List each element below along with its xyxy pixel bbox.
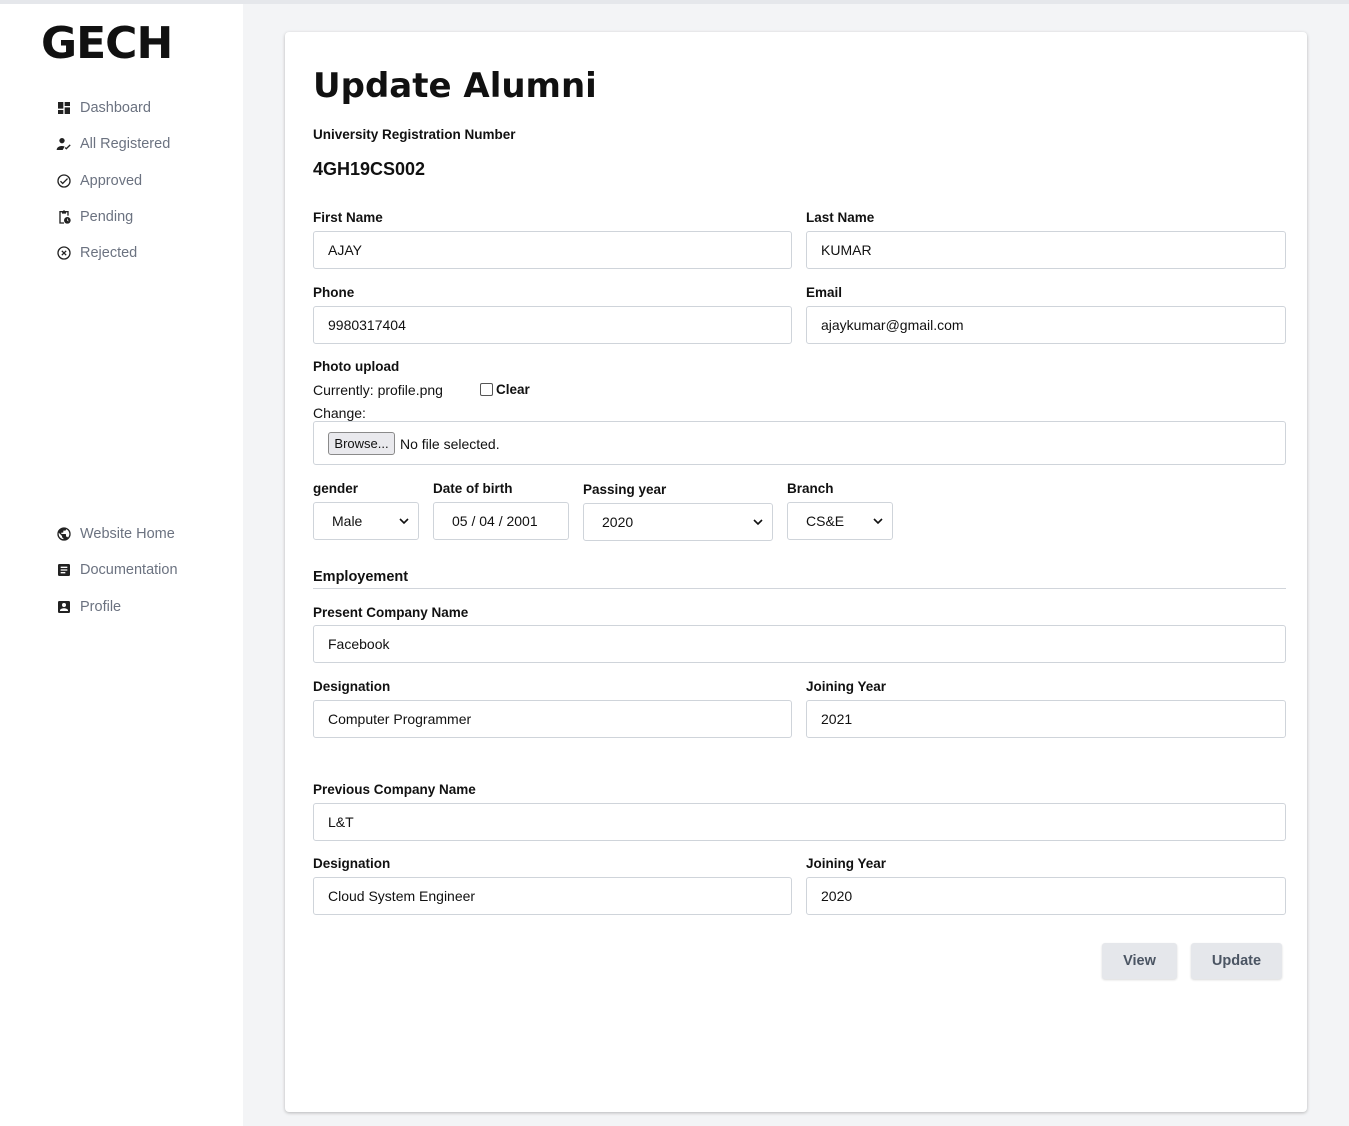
update-button[interactable]: Update [1191, 943, 1282, 979]
check-circle-icon [57, 174, 71, 188]
profile-card-icon [58, 600, 70, 613]
previous-joining-year-label: Joining Year [806, 856, 887, 871]
section-divider [313, 588, 1286, 589]
passing-year-label: Passing year [583, 482, 667, 497]
first-name-label: First Name [313, 210, 383, 225]
sidebar-item-pending[interactable]: Pending [56, 199, 170, 235]
globe-icon [57, 527, 71, 541]
sidebar-item-label: Rejected [80, 245, 138, 262]
dob-value: 05 / 04 / 2001 [452, 513, 538, 529]
previous-company-label: Previous Company Name [313, 782, 476, 797]
gender-select[interactable]: Male [313, 502, 419, 540]
sidebar-item-approved[interactable]: Approved [56, 163, 170, 199]
gender-value: Male [332, 513, 363, 529]
last-name-field[interactable] [806, 231, 1286, 269]
dob-label: Date of birth [433, 481, 513, 496]
email-field[interactable] [806, 306, 1286, 344]
clipboard-clock-icon [59, 210, 71, 224]
file-upload-field: Browse... No file selected. [313, 421, 1286, 465]
user-check-icon [56, 138, 71, 151]
sidebar-item-label: Website Home [80, 526, 175, 543]
sidebar-item-dashboard[interactable]: Dashboard [56, 90, 170, 126]
sidebar: GECH Dashboard All Registered Approved P… [0, 4, 243, 1126]
previous-designation-field[interactable] [313, 877, 792, 915]
sidebar-item-rejected[interactable]: Rejected [56, 235, 170, 271]
sidebar-nav-main: Dashboard All Registered Approved Pendin… [56, 90, 170, 271]
dob-field[interactable]: 05 / 04 / 2001 [433, 502, 569, 540]
chevron-down-icon [753, 519, 763, 526]
sidebar-item-label: Profile [80, 598, 122, 615]
page-title: Update Alumni [313, 66, 597, 106]
branch-value: CS&E [806, 513, 845, 529]
chevron-down-icon [873, 518, 883, 525]
sidebar-item-label: All Registered [80, 136, 171, 153]
present-designation-field[interactable] [313, 700, 792, 738]
dashboard-icon [58, 102, 70, 115]
sidebar-item-all-registered[interactable]: All Registered [56, 126, 170, 162]
sidebar-item-documentation[interactable]: Documentation [56, 552, 178, 588]
first-name-field[interactable] [313, 231, 792, 269]
reg-number-label: University Registration Number [313, 127, 516, 142]
branch-label: Branch [787, 481, 834, 496]
employment-section-heading: Employement [313, 569, 409, 585]
clear-label: Clear [496, 382, 530, 397]
view-button[interactable]: View [1102, 943, 1177, 979]
change-label: Change: [313, 405, 366, 421]
previous-joining-year-field[interactable] [806, 877, 1286, 915]
current-photo-text: Currently: profile.png [313, 382, 443, 398]
phone-label: Phone [313, 285, 355, 300]
x-circle-icon [57, 246, 71, 260]
branch-select[interactable]: CS&E [787, 502, 893, 540]
present-designation-label: Designation [313, 679, 391, 694]
photo-upload-label: Photo upload [313, 359, 400, 374]
chevron-down-icon [399, 518, 409, 525]
logo: GECH [41, 18, 173, 69]
phone-field[interactable] [313, 306, 792, 344]
last-name-label: Last Name [806, 210, 875, 225]
sidebar-item-label: Documentation [80, 562, 178, 579]
sidebar-item-label: Pending [80, 209, 134, 226]
sidebar-item-label: Approved [80, 172, 143, 189]
reg-number-value: 4GH19CS002 [313, 159, 426, 179]
gender-label: gender [313, 481, 359, 496]
clear-checkbox[interactable] [480, 383, 493, 396]
present-company-label: Present Company Name [313, 605, 469, 620]
sidebar-item-profile[interactable]: Profile [56, 589, 178, 625]
previous-designation-label: Designation [313, 856, 391, 871]
present-company-field[interactable] [313, 625, 1286, 663]
browse-button[interactable]: Browse... [328, 432, 395, 455]
present-joining-year-field[interactable] [806, 700, 1286, 738]
passing-year-value: 2020 [602, 514, 634, 530]
update-alumni-card: Update Alumni University Registration Nu… [285, 32, 1307, 1112]
email-label: Email [806, 285, 843, 300]
document-icon [58, 564, 70, 577]
sidebar-item-website-home[interactable]: Website Home [56, 516, 178, 552]
present-joining-year-label: Joining Year [806, 679, 887, 694]
sidebar-nav-secondary: Website Home Documentation Profile [56, 516, 178, 625]
previous-company-field[interactable] [313, 803, 1286, 841]
no-file-text: No file selected. [400, 436, 500, 452]
sidebar-item-label: Dashboard [80, 100, 151, 117]
passing-year-select[interactable]: 2020 [583, 503, 773, 541]
